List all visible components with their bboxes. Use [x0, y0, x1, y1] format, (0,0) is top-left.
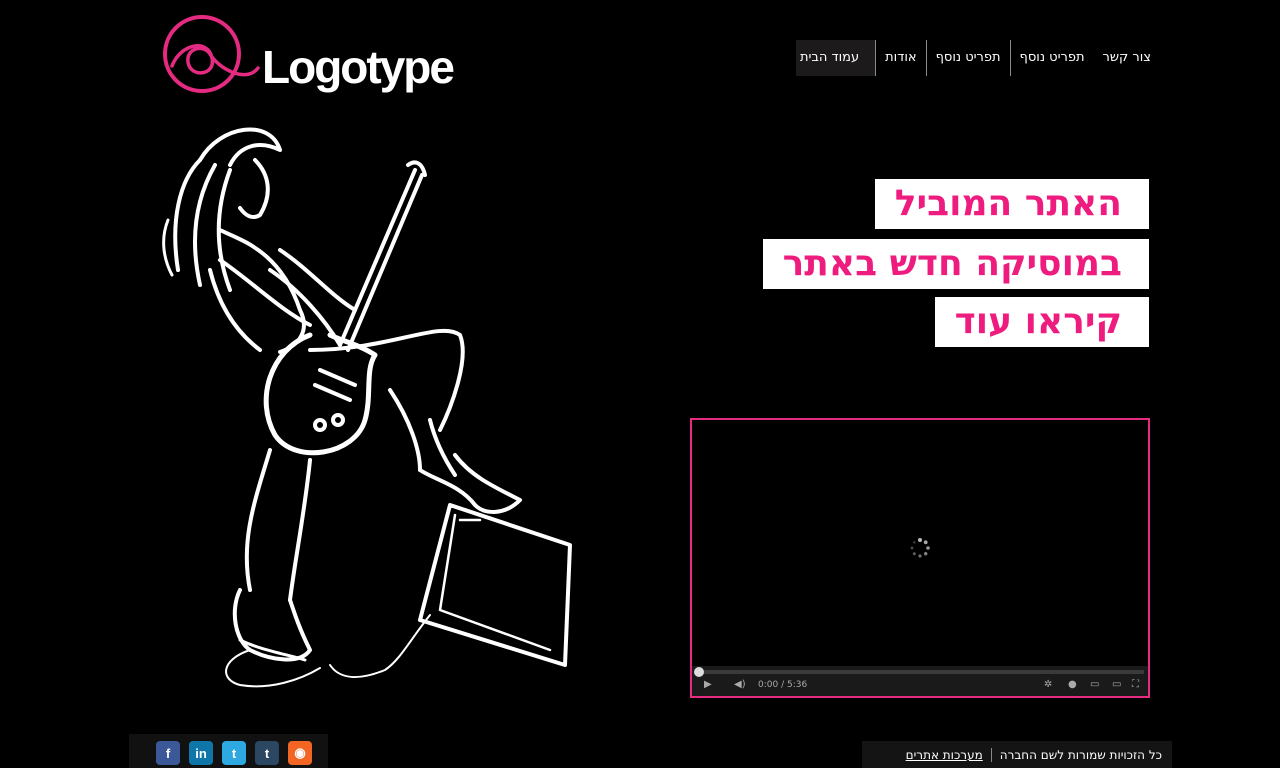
nav-item-contact[interactable]: צור קשר	[1094, 40, 1161, 76]
captions-icon[interactable]: ●	[1068, 679, 1077, 691]
social-links: f in t t ◉	[129, 734, 328, 768]
twitter-icon[interactable]: t	[222, 741, 246, 765]
logo[interactable]: Logotype	[160, 14, 455, 106]
video-scrubber-handle[interactable]	[694, 667, 704, 677]
loading-spinner-icon	[910, 538, 930, 558]
hero-headline-1: האתר המוביל	[874, 179, 1149, 229]
rss-icon[interactable]: ◉	[288, 741, 312, 765]
video-controls: ▶ ◀) 0:00 / 5:36 ✲ ● ▭ ▭ ⛶	[692, 666, 1148, 696]
main-nav: עמוד הבית אודות תפריט נוסף תפריט נוסף צו…	[788, 40, 1160, 76]
tumblr-icon[interactable]: t	[255, 741, 279, 765]
video-progress-bar[interactable]	[694, 667, 1144, 677]
logo-swirl-icon	[163, 15, 260, 93]
hero-headline-2: במוסיקה חדש באתר	[762, 239, 1149, 289]
credit-link[interactable]: מערכות אתרים	[898, 748, 991, 762]
nav-item-about[interactable]: אודות	[875, 40, 925, 76]
nav-item-home[interactable]: עמוד הבית	[795, 40, 876, 76]
video-player[interactable]: ▶ ◀) 0:00 / 5:36 ✲ ● ▭ ▭ ⛶	[690, 418, 1150, 698]
footer-bar: כל הזכויות שמורות לשם החברה מערכות אתרים	[862, 741, 1172, 768]
hero-read-more[interactable]: קיראו עוד	[934, 297, 1149, 347]
linkedin-icon[interactable]: in	[189, 741, 213, 765]
settings-icon[interactable]: ✲	[1044, 679, 1052, 691]
volume-icon[interactable]: ◀)	[734, 679, 746, 691]
facebook-icon[interactable]: f	[156, 741, 180, 765]
theater-mode-icon[interactable]: ▭	[1112, 679, 1121, 691]
miniplayer-icon[interactable]: ▭	[1090, 679, 1099, 691]
video-time: 0:00 / 5:36	[758, 680, 808, 690]
nav-item-extra-2[interactable]: תפריט נוסף	[1009, 40, 1094, 76]
nav-item-extra-1[interactable]: תפריט נוסף	[925, 40, 1010, 76]
play-icon[interactable]: ▶	[704, 679, 712, 691]
logo-text: Logotype	[262, 41, 455, 93]
guitarist-illustration	[162, 127, 572, 688]
fullscreen-icon[interactable]: ⛶	[1132, 679, 1139, 691]
copyright-text: כל הזכויות שמורות לשם החברה	[990, 747, 1172, 762]
